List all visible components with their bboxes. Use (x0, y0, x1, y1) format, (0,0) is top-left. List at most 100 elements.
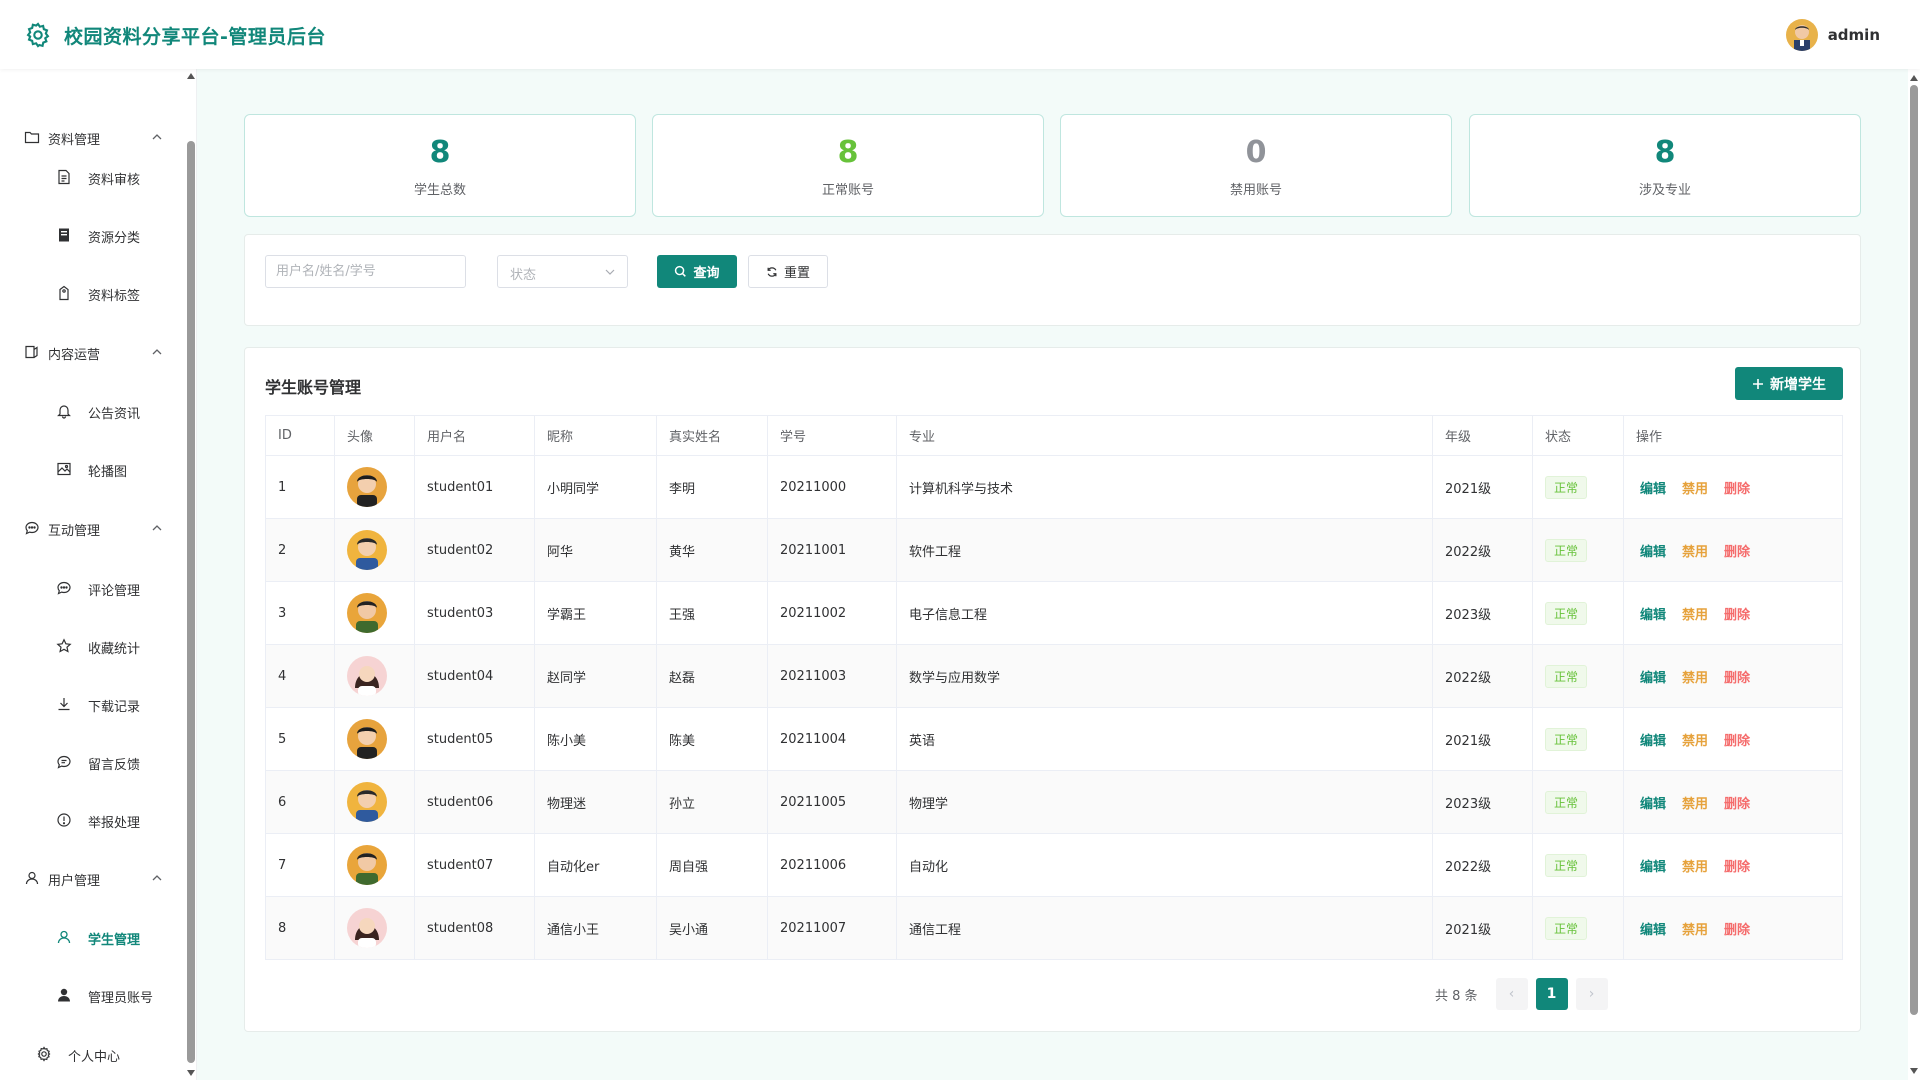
delete-button[interactable]: 删除 (1724, 478, 1750, 497)
cell-grade: 2021级 (1432, 455, 1533, 519)
search-icon (675, 265, 687, 277)
edit-button[interactable]: 编辑 (1640, 919, 1666, 938)
delete-button[interactable]: 删除 (1724, 604, 1750, 623)
delete-button[interactable]: 删除 (1724, 667, 1750, 686)
sidebar-item-announcements[interactable]: 公告资讯 (0, 389, 185, 433)
main-scrollbar[interactable] (1908, 69, 1920, 1080)
sidebar-item-admins[interactable]: 管理员账号 (0, 973, 185, 1017)
cell-status: 正常 (1532, 518, 1624, 582)
user-menu[interactable]: admin (1785, 19, 1880, 51)
cell-actions: 编辑 禁用 删除 (1623, 644, 1843, 708)
query-button[interactable]: 查询 (657, 255, 737, 288)
sidebar-group-content[interactable]: 内容运营 (0, 332, 185, 372)
scroll-down-arrow-icon[interactable] (1910, 1068, 1918, 1074)
disable-button[interactable]: 禁用 (1682, 604, 1708, 623)
sidebar-scroll-thumb[interactable] (187, 141, 195, 1063)
cell-nickname: 自动化er (534, 833, 657, 897)
status-badge: 正常 (1545, 664, 1588, 688)
cell-nickname: 物理迷 (534, 770, 657, 834)
column-header-nickname[interactable]: 昵称 (534, 415, 657, 456)
cell-nickname: 通信小王 (534, 896, 657, 960)
sidebar-item-favorites[interactable]: 收藏统计 (0, 624, 185, 668)
delete-button[interactable]: 删除 (1724, 793, 1750, 812)
student-table: ID 头像 用户名 昵称 真实姓名 学号 专业 年级 状态 操作 1 studen… (265, 415, 1843, 960)
cell-major: 通信工程 (896, 896, 1433, 960)
disable-button[interactable]: 禁用 (1682, 478, 1708, 497)
reset-button-label: 重置 (783, 266, 810, 281)
sidebar-group-label: 用户管理 (48, 874, 101, 889)
sidebar-group-resources[interactable]: 资料管理 (0, 117, 185, 157)
column-header-username[interactable]: 用户名 (414, 415, 535, 456)
sidebar-group-interaction[interactable]: 互动管理 (0, 508, 185, 548)
column-header-realname[interactable]: 真实姓名 (656, 415, 768, 456)
search-input[interactable] (265, 255, 466, 288)
prev-page-button[interactable]: ‹ (1495, 978, 1528, 1010)
scroll-down-arrow-icon[interactable] (187, 1070, 195, 1076)
delete-button[interactable]: 删除 (1724, 919, 1750, 938)
delete-button[interactable]: 删除 (1724, 541, 1750, 560)
sidebar-group-users[interactable]: 用户管理 (0, 858, 185, 898)
user-icon (25, 871, 39, 885)
scroll-up-arrow-icon[interactable] (1910, 75, 1918, 81)
cell-actions: 编辑 禁用 删除 (1623, 707, 1843, 771)
table-row: 1 student01 小明同学 李明 20211000 计算机科学与技术 2021级 正常 编… (265, 455, 1843, 519)
column-header-grade[interactable]: 年级 (1432, 415, 1533, 456)
sidebar-item-reports[interactable]: 举报处理 (0, 798, 185, 842)
sidebar-item-tags[interactable]: 资料标签 (0, 271, 185, 315)
disable-button[interactable]: 禁用 (1682, 856, 1708, 875)
column-header-status[interactable]: 状态 (1532, 415, 1624, 456)
disable-button[interactable]: 禁用 (1682, 730, 1708, 749)
main-scroll-thumb[interactable] (1910, 85, 1918, 1015)
edit-button[interactable]: 编辑 (1640, 541, 1666, 560)
disable-button[interactable]: 禁用 (1682, 919, 1708, 938)
sidebar-item-feedback[interactable]: 留言反馈 (0, 740, 185, 784)
sidebar-item-comments[interactable]: 评论管理 (0, 566, 185, 610)
edit-button[interactable]: 编辑 (1640, 856, 1666, 875)
student-avatar (347, 719, 387, 759)
bell-icon (57, 405, 71, 419)
page-number-button[interactable]: 1 (1535, 978, 1568, 1010)
sidebar-scrollbar[interactable] (185, 69, 197, 1080)
cell-grade: 2021级 (1432, 896, 1533, 960)
cell-nickname: 阿华 (534, 518, 657, 582)
delete-button[interactable]: 删除 (1724, 730, 1750, 749)
column-header-avatar[interactable]: 头像 (334, 415, 415, 456)
cell-nickname: 学霸王 (534, 581, 657, 645)
student-avatar (347, 908, 387, 948)
column-header-id[interactable]: ID (265, 415, 335, 456)
sidebar-item-personal[interactable]: 个人中心 (0, 1032, 185, 1076)
main-content: 8 学生总数 8 正常账号 0 禁用账号 8 涉及专业 状态 查询 重置 学生账… (197, 69, 1908, 1080)
column-header-actions[interactable]: 操作 (1623, 415, 1843, 456)
cell-student-no: 20211005 (767, 770, 897, 834)
sidebar-item-students[interactable]: 学生管理 (0, 915, 185, 959)
edit-button[interactable]: 编辑 (1640, 604, 1666, 623)
cell-student-no: 20211007 (767, 896, 897, 960)
edit-button[interactable]: 编辑 (1640, 793, 1666, 812)
sidebar-item-downloads[interactable]: 下载记录 (0, 682, 185, 726)
disable-button[interactable]: 禁用 (1682, 793, 1708, 812)
edit-button[interactable]: 编辑 (1640, 730, 1666, 749)
column-header-student-no[interactable]: 学号 (767, 415, 897, 456)
column-header-major[interactable]: 专业 (896, 415, 1433, 456)
cell-student-no: 20211003 (767, 644, 897, 708)
admin-username[interactable]: admin (1828, 26, 1880, 44)
next-page-button[interactable]: › (1575, 978, 1608, 1010)
reset-button[interactable]: 重置 (748, 255, 828, 288)
sidebar-item-label: 举报处理 (88, 816, 141, 831)
admin-avatar[interactable] (1785, 19, 1818, 51)
sidebar-item-carousel[interactable]: 轮播图 (0, 447, 185, 491)
delete-button[interactable]: 删除 (1724, 856, 1750, 875)
status-badge: 正常 (1545, 727, 1588, 751)
add-student-button[interactable]: 新增学生 (1735, 367, 1843, 400)
sidebar-item-review[interactable]: 资料审核 (0, 155, 185, 199)
edit-button[interactable]: 编辑 (1640, 667, 1666, 686)
comment-icon (57, 581, 71, 595)
edit-button[interactable]: 编辑 (1640, 478, 1666, 497)
sidebar-item-label: 公告资讯 (88, 407, 141, 422)
disable-button[interactable]: 禁用 (1682, 667, 1708, 686)
status-select[interactable]: 状态 (497, 255, 628, 288)
sidebar-item-category[interactable]: 资源分类 (0, 213, 185, 257)
disable-button[interactable]: 禁用 (1682, 541, 1708, 560)
table-row: 3 student03 学霸王 王强 20211002 电子信息工程 2023级 正常 编辑 禁用… (265, 581, 1843, 645)
scroll-up-arrow-icon[interactable] (187, 73, 195, 79)
